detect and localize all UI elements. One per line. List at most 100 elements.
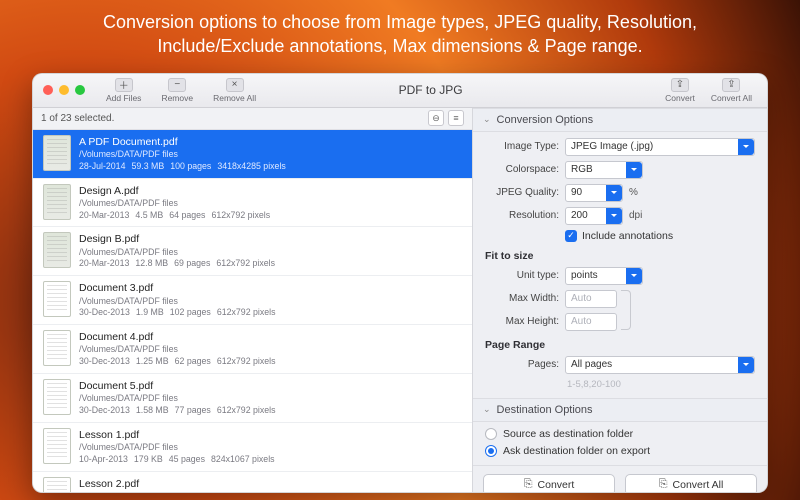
select-value: 200 — [571, 210, 588, 221]
resolution-select[interactable]: 200 — [565, 207, 623, 225]
select-value: JPEG Image (.jpg) — [571, 141, 653, 152]
add-files-button[interactable]: ＋ Add Files — [101, 78, 146, 103]
page-range-heading: Page Range — [485, 339, 755, 351]
unit-type-select[interactable]: points — [565, 267, 643, 285]
list-item[interactable]: Lesson 1.pdf/Volumes/DATA/PDF files10-Ap… — [33, 423, 472, 472]
chevron-down-icon — [738, 139, 754, 155]
jpeg-quality-label: JPEG Quality: — [485, 187, 559, 198]
section-title: Conversion Options — [497, 114, 594, 126]
resolution-label: Resolution: — [485, 210, 559, 221]
toolbar-label: Remove All — [213, 93, 256, 103]
chevron-down-icon — [738, 357, 754, 373]
list-item[interactable]: Lesson 2.pdf/Volumes/DATA/PDF files10-Ap… — [33, 472, 472, 492]
file-path: /Volumes/DATA/PDF files — [79, 393, 282, 405]
pages-select[interactable]: All pages — [565, 356, 755, 374]
file-name: Lesson 2.pdf — [79, 477, 281, 491]
close-icon[interactable] — [43, 85, 53, 95]
list-item[interactable]: Document 3.pdf/Volumes/DATA/PDF files30-… — [33, 276, 472, 325]
toolbar-label: Convert — [665, 93, 695, 103]
file-path: /Volumes/DATA/PDF files — [79, 149, 292, 161]
radio-label: Source as destination folder — [503, 428, 633, 440]
select-value: RGB — [571, 164, 593, 175]
file-thumbnail — [43, 135, 71, 171]
sort-button[interactable]: ≡ — [448, 110, 464, 126]
file-thumbnail — [43, 379, 71, 415]
chevron-down-icon — [606, 185, 622, 201]
toolbar-label: Convert All — [711, 93, 752, 103]
radio-icon — [485, 428, 497, 440]
remove-all-button[interactable]: × Remove All — [208, 78, 261, 103]
list-item[interactable]: Document 5.pdf/Volumes/DATA/PDF files30-… — [33, 374, 472, 423]
toolbar-label: Add Files — [106, 93, 141, 103]
file-stats: 20-Mar-201312.8 MB69 pages612x792 pixels — [79, 258, 281, 270]
file-stats: 28-Jul-201459.3 MB100 pages3418x4285 pix… — [79, 161, 292, 173]
file-thumbnail — [43, 232, 71, 268]
jpeg-quality-select[interactable]: 90 — [565, 184, 623, 202]
list-item[interactable]: Design A.pdf/Volumes/DATA/PDF files20-Ma… — [33, 179, 472, 228]
file-name: Lesson 1.pdf — [79, 428, 281, 442]
file-name: Document 5.pdf — [79, 379, 282, 393]
link-dimensions-icon[interactable] — [621, 290, 631, 330]
file-thumbnail — [43, 428, 71, 464]
remove-button[interactable]: − Remove — [156, 78, 198, 103]
source-destination-radio[interactable]: Source as destination folder — [485, 428, 755, 440]
include-annotations-checkbox[interactable]: ✓ Include annotations — [565, 230, 673, 242]
file-stats: 30-Dec-20131.9 MB102 pages612x792 pixels — [79, 307, 282, 319]
list-item[interactable]: Design B.pdf/Volumes/DATA/PDF files20-Ma… — [33, 227, 472, 276]
action-bar: ⎘ Convert ⎘ Convert All — [473, 465, 767, 492]
ask-destination-radio[interactable]: Ask destination folder on export — [485, 445, 755, 457]
convert-all-toolbar-button[interactable]: ⇪ Convert All — [706, 78, 757, 103]
conversion-options-header[interactable]: ⌄ Conversion Options — [473, 108, 767, 132]
destination-options-header[interactable]: ⌄ Destination Options — [473, 398, 767, 422]
button-label: Convert All — [673, 479, 724, 491]
percent-suffix: % — [629, 187, 638, 198]
file-stats: 30-Dec-20131.25 MB62 pages612x792 pixels — [79, 356, 282, 368]
file-list[interactable]: A PDF Document.pdf/Volumes/DATA/PDF file… — [33, 130, 472, 492]
chevron-down-icon: ⌄ — [483, 114, 491, 125]
checkmark-icon: ✓ — [565, 230, 577, 242]
fit-to-size-heading: Fit to size — [485, 250, 755, 262]
convert-toolbar-button[interactable]: ⇪ Convert — [660, 78, 700, 103]
file-thumbnail — [43, 477, 71, 492]
max-width-input[interactable]: Auto — [565, 290, 617, 308]
unit-type-label: Unit type: — [485, 270, 559, 281]
section-title: Destination Options — [497, 404, 593, 416]
file-stats: 20-Mar-20134.5 MB64 pages612x792 pixels — [79, 210, 276, 222]
convert-all-button[interactable]: ⎘ Convert All — [625, 474, 757, 492]
window-title: PDF to JPG — [271, 83, 590, 97]
checkbox-label: Include annotations — [582, 230, 673, 242]
convert-button[interactable]: ⎘ Convert — [483, 474, 615, 492]
pages-label: Pages: — [485, 359, 559, 370]
file-name: Design A.pdf — [79, 184, 276, 198]
plus-square-icon: ＋ — [115, 78, 133, 92]
image-type-select[interactable]: JPEG Image (.jpg) — [565, 138, 755, 156]
max-height-input[interactable]: Auto — [565, 313, 617, 331]
list-item[interactable]: Document 4.pdf/Volumes/DATA/PDF files30-… — [33, 325, 472, 374]
app-window: ＋ Add Files − Remove × Remove All PDF to… — [32, 73, 768, 493]
zoom-icon[interactable] — [75, 85, 85, 95]
file-path: /Volumes/DATA/PDF files — [79, 198, 276, 210]
button-label: Convert — [538, 479, 575, 491]
deselect-button[interactable]: ⊖ — [428, 110, 444, 126]
file-path: /Volumes/DATA/PDF files — [79, 344, 282, 356]
chevron-down-icon — [626, 162, 642, 178]
export-icon: ⇪ — [671, 78, 689, 92]
toolbar-label: Remove — [161, 93, 193, 103]
file-thumbnail — [43, 330, 71, 366]
titlebar: ＋ Add Files − Remove × Remove All PDF to… — [33, 74, 767, 108]
file-stats: 30-Dec-20131.58 MB77 pages612x792 pixels — [79, 405, 282, 417]
selection-count: 1 of 23 selected. — [41, 113, 114, 124]
file-thumbnail — [43, 281, 71, 317]
list-item[interactable]: A PDF Document.pdf/Volumes/DATA/PDF file… — [33, 130, 472, 179]
file-name: Design B.pdf — [79, 232, 281, 246]
file-path: /Volumes/DATA/PDF files — [79, 442, 281, 454]
export-all-icon: ⇪ — [722, 78, 740, 92]
file-name: Document 3.pdf — [79, 281, 282, 295]
selection-bar: 1 of 23 selected. ⊖ ≡ — [33, 108, 472, 130]
options-panel: ⌄ Conversion Options Image Type: JPEG Im… — [473, 108, 767, 492]
x-square-icon: × — [226, 78, 244, 92]
minimize-icon[interactable] — [59, 85, 69, 95]
image-type-label: Image Type: — [485, 141, 559, 152]
chevron-down-icon — [606, 208, 622, 224]
colorspace-select[interactable]: RGB — [565, 161, 643, 179]
